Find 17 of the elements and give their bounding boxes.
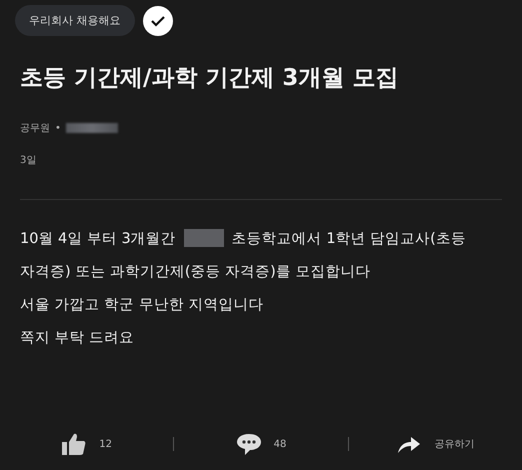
body-text: 초등학교에서 1학년 담임교사(초등: [232, 230, 466, 248]
speech-bubble-icon: [236, 432, 262, 456]
hiring-badge[interactable]: 우리회사 채용해요: [15, 5, 134, 36]
redaction-block: [184, 229, 224, 247]
body-text: 쪽지 부탁 드려요: [20, 328, 134, 346]
like-button[interactable]: 12: [0, 428, 174, 460]
author-category: 공무원: [20, 122, 50, 135]
body-text: 10월 4일 부터 3개월간: [20, 230, 176, 248]
separator-dot: •: [55, 122, 61, 134]
post-title: 초등 기간제/과학 기간제 3개월 모집: [20, 64, 400, 93]
post-time: 3일: [20, 154, 38, 167]
comment-button[interactable]: 48: [174, 428, 348, 460]
check-icon[interactable]: [142, 6, 172, 36]
body-text: 서울 가깝고 학군 무난한 지역입니다: [20, 296, 264, 314]
thumbs-up-icon: [61, 432, 88, 456]
body-text: 자격증) 또는 과학기간제(중등 자격증)를 모집합니다: [20, 262, 370, 280]
share-button[interactable]: 공유하기: [348, 428, 522, 460]
